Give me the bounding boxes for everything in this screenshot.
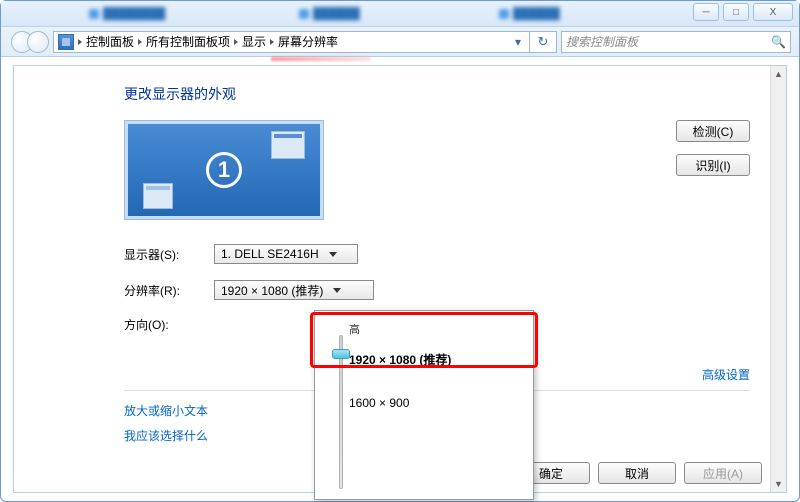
advanced-settings-link[interactable]: 高级设置 [702, 366, 750, 383]
resolution-value: 1920 × 1080 (推荐) [221, 282, 323, 299]
crumb-item[interactable]: 所有控制面板项 [146, 33, 230, 50]
magnify-link[interactable]: 放大或缩小文本 [124, 402, 208, 419]
content-panel: 更改显示器的外观 1 检测(C) 识别(I) 显示器(S): 1. DELL S… [13, 65, 787, 493]
scrollbar[interactable]: ▲ ▼ [770, 66, 786, 492]
nav-back-forward[interactable] [1, 27, 53, 57]
search-placeholder: 搜索控制面板 [566, 33, 638, 50]
resolution-label: 分辨率(R): [124, 282, 196, 299]
chevron-right-icon [78, 39, 82, 45]
chevron-right-icon [270, 39, 274, 45]
window-thumb-icon [143, 183, 173, 209]
scroll-down-icon[interactable]: ▼ [771, 476, 786, 492]
display-combo[interactable]: 1. DELL SE2416H [214, 244, 358, 264]
titlebar: ████████ ██████ ██████ ─ □ X [1, 1, 799, 27]
window-thumb-icon [271, 131, 305, 159]
search-input[interactable]: 搜索控制面板 🔍 [561, 31, 791, 53]
display-label: 显示器(S): [124, 246, 196, 263]
control-panel-icon [58, 34, 74, 50]
browser-tab: ██████ [491, 4, 568, 24]
resolution-popup: 高 1920 × 1080 (推荐) 1600 × 900 [314, 310, 534, 500]
breadcrumb[interactable]: 控制面板 所有控制面板项 显示 屏幕分辨率 ▾ [53, 31, 530, 53]
scroll-up-icon[interactable]: ▲ [771, 66, 786, 82]
help-link[interactable]: 我应该选择什么 [124, 427, 208, 444]
forward-icon [27, 31, 49, 53]
close-button[interactable]: X [753, 3, 793, 21]
browser-tab: ████████ [81, 4, 173, 24]
cancel-button[interactable]: 取消 [598, 462, 676, 484]
chevron-down-icon [329, 252, 337, 257]
window-controls: ─ □ X [693, 3, 793, 21]
refresh-button[interactable]: ↻ [529, 31, 557, 53]
display-value: 1. DELL SE2416H [221, 247, 319, 261]
resolution-combo[interactable]: 1920 × 1080 (推荐) [214, 280, 374, 300]
address-row: 控制面板 所有控制面板项 显示 屏幕分辨率 ▾ ↻ 搜索控制面板 🔍 [1, 27, 799, 57]
chevron-right-icon [234, 39, 238, 45]
monitor-number-badge: 1 [206, 152, 242, 188]
detect-button[interactable]: 检测(C) [676, 120, 750, 142]
crumb-item[interactable]: 控制面板 [86, 33, 134, 50]
resolution-slider-thumb[interactable] [332, 349, 350, 359]
identify-button[interactable]: 识别(I) [676, 154, 750, 176]
apply-button[interactable]: 应用(A) [684, 462, 762, 484]
refresh-icon: ↻ [538, 34, 549, 50]
footer-buttons: 确定 取消 应用(A) [512, 462, 762, 484]
resolution-option[interactable]: 1600 × 900 [349, 396, 519, 410]
slider-high-label: 高 [349, 321, 519, 337]
browser-tab: ██████ [291, 4, 368, 24]
minimize-button[interactable]: ─ [693, 3, 719, 21]
page-title: 更改显示器的外观 [124, 84, 750, 104]
blur-artifact [271, 57, 371, 61]
maximize-button[interactable]: □ [723, 3, 749, 21]
search-icon: 🔍 [771, 35, 786, 49]
chevron-right-icon [138, 39, 142, 45]
chevron-down-icon [333, 288, 341, 293]
chevron-down-icon[interactable]: ▾ [511, 35, 525, 49]
orientation-label: 方向(O): [124, 316, 196, 333]
resolution-option[interactable]: 1920 × 1080 (推荐) [349, 351, 519, 368]
monitor-preview[interactable]: 1 [124, 120, 324, 220]
crumb-item[interactable]: 显示 [242, 33, 266, 50]
crumb-item[interactable]: 屏幕分辨率 [278, 33, 338, 50]
